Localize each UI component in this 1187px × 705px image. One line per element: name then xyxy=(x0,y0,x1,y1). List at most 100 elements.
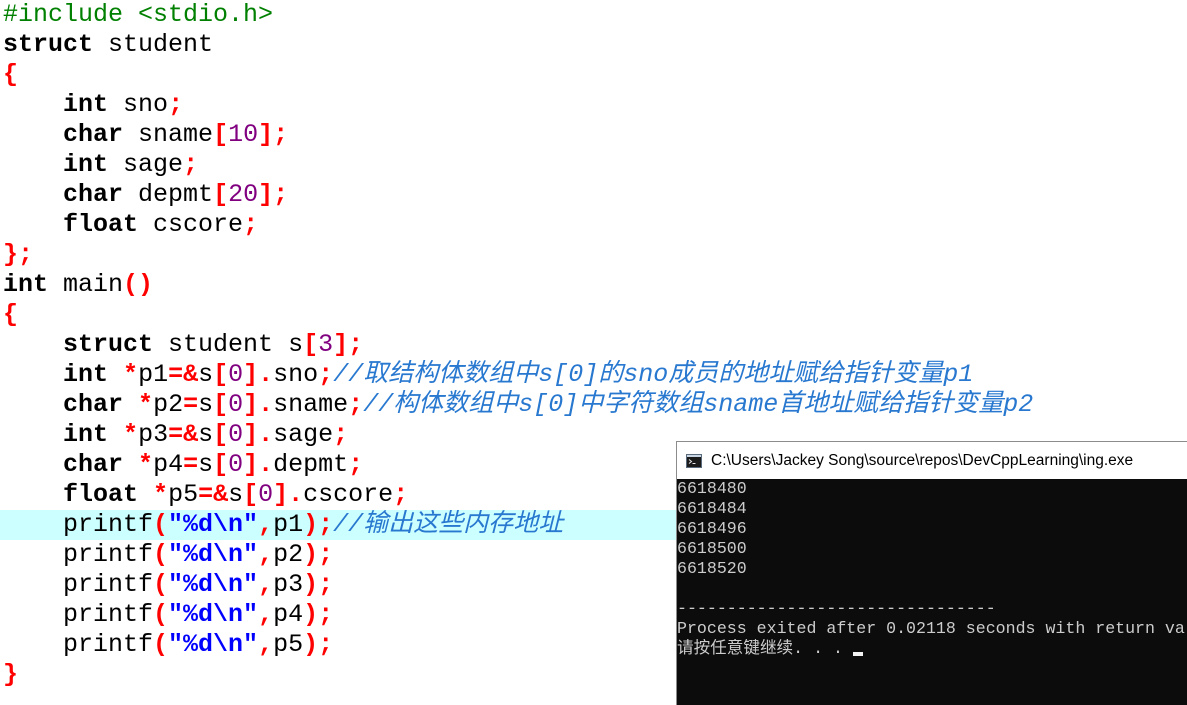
code-symbol: ); xyxy=(303,600,334,629)
code-identifier: printf xyxy=(63,570,154,599)
code-line[interactable]: int sno; xyxy=(0,90,1187,120)
code-symbol: [ xyxy=(213,120,229,149)
code-comment: //取结构体数组中s[0]的sno成员的地址赋给指针变量p1 xyxy=(333,360,974,389)
code-identifier: p2 xyxy=(153,390,184,419)
console-output-line: 6618520 xyxy=(677,559,1187,579)
code-symbol: [ xyxy=(213,450,229,479)
code-identifier: s xyxy=(228,480,244,509)
code-symbol: , xyxy=(258,600,274,629)
code-keyword: struct xyxy=(63,330,154,359)
code-line[interactable]: char *p2=s[0].sname;//构体数组中s[0]中字符数组snam… xyxy=(0,390,1187,420)
code-line[interactable]: int main() xyxy=(0,270,1187,300)
icon-title-strip xyxy=(687,454,701,457)
code-identifier: s xyxy=(198,390,214,419)
code-identifier: printf xyxy=(63,600,154,629)
code-symbol: ; xyxy=(318,360,334,389)
code-symbol: }; xyxy=(3,240,34,269)
code-string: "%d\n" xyxy=(168,570,259,599)
code-identifier: sno xyxy=(123,90,169,119)
console-output[interactable]: 6618480 6618484 6618496 6618500 6618520 -----… xyxy=(677,479,1187,705)
icon-screen xyxy=(687,456,701,467)
code-line[interactable]: int sage; xyxy=(0,150,1187,180)
code-line[interactable]: struct student xyxy=(0,30,1187,60)
code-number: 10 xyxy=(228,120,259,149)
code-identifier: p3 xyxy=(273,570,304,599)
console-output-text: -------------------------------- xyxy=(677,599,996,618)
code-symbol: ]. xyxy=(243,420,274,449)
code-number: 0 xyxy=(258,480,274,509)
code-line[interactable]: }; xyxy=(0,240,1187,270)
console-output-text: Process exited after 0.02118 seconds wit… xyxy=(677,619,1185,638)
code-symbol: { xyxy=(3,60,19,89)
code-symbol: ]; xyxy=(333,330,364,359)
code-keyword: int xyxy=(63,360,109,389)
console-app-icon[interactable] xyxy=(686,453,702,469)
code-line[interactable]: #include <stdio.h> xyxy=(0,0,1187,30)
code-line[interactable]: float cscore; xyxy=(0,210,1187,240)
code-number: 0 xyxy=(228,420,244,449)
console-output-text: 6618496 xyxy=(677,519,747,538)
code-line[interactable]: int *p1=&s[0].sno;//取结构体数组中s[0]的sno成员的地址… xyxy=(0,360,1187,390)
code-symbol: [ xyxy=(303,330,319,359)
code-symbol: ]. xyxy=(243,360,274,389)
console-output-line: -------------------------------- xyxy=(677,599,1187,619)
code-number: 3 xyxy=(318,330,334,359)
code-identifier: sname xyxy=(273,390,349,419)
code-symbol: , xyxy=(258,570,274,599)
console-output-text: 6618480 xyxy=(677,479,747,498)
code-keyword: struct xyxy=(3,30,94,59)
code-line[interactable]: char depmt[20]; xyxy=(0,180,1187,210)
code-identifier: main xyxy=(63,270,124,299)
code-identifier: cscore xyxy=(153,210,244,239)
console-output-text: 6618484 xyxy=(677,499,747,518)
code-symbol: ]; xyxy=(258,120,289,149)
code-identifier: p5 xyxy=(168,480,199,509)
code-symbol: { xyxy=(3,300,19,329)
code-comment: //输出这些内存地址 xyxy=(333,510,564,539)
console-output-text: 请按任意键继续. . . xyxy=(677,639,853,658)
code-keyword: float xyxy=(63,210,139,239)
code-identifier: printf xyxy=(63,540,154,569)
code-identifier: p1 xyxy=(273,510,304,539)
code-number: 0 xyxy=(228,360,244,389)
code-symbol: ; xyxy=(348,450,364,479)
console-window[interactable]: C:\Users\Jackey Song\source\repos\DevCpp… xyxy=(676,441,1187,705)
code-symbol: * xyxy=(138,450,154,479)
code-symbol: ( xyxy=(153,540,169,569)
code-preprocessor: #include <stdio.h> xyxy=(3,0,274,29)
code-line[interactable]: char sname[10]; xyxy=(0,120,1187,150)
code-symbol: = xyxy=(183,450,199,479)
code-symbol: ); xyxy=(303,510,334,539)
code-identifier: student xyxy=(108,30,214,59)
code-line[interactable]: { xyxy=(0,300,1187,330)
code-symbol: ; xyxy=(333,420,349,449)
code-identifier: student xyxy=(168,330,274,359)
console-output-text: 6618520 xyxy=(677,559,747,578)
console-title-bar[interactable]: C:\Users\Jackey Song\source\repos\DevCpp… xyxy=(677,442,1187,479)
code-line[interactable]: struct student s[3]; xyxy=(0,330,1187,360)
code-line[interactable]: { xyxy=(0,60,1187,90)
code-identifier: cscore xyxy=(303,480,394,509)
code-symbol: * xyxy=(138,390,154,419)
code-symbol: ]. xyxy=(243,390,274,419)
console-output-line: 6618500 xyxy=(677,539,1187,559)
code-identifier: sage xyxy=(273,420,334,449)
console-app-icon-graphic xyxy=(686,453,702,468)
code-symbol: , xyxy=(258,510,274,539)
